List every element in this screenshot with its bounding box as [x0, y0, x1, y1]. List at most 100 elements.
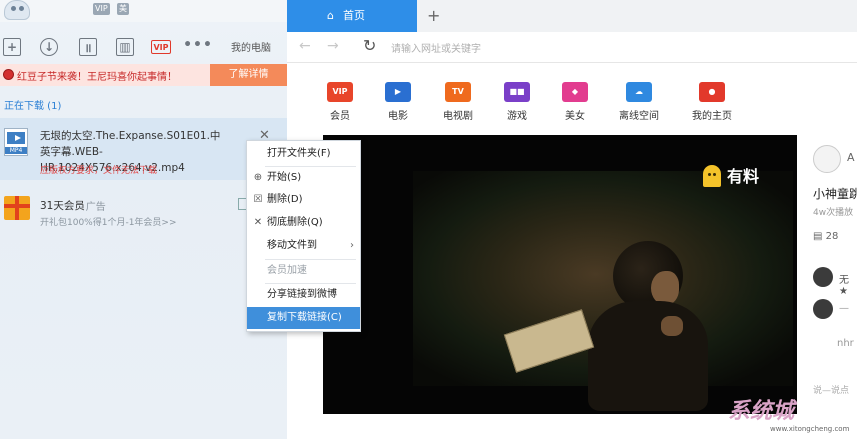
back-arrow-icon[interactable]: ←: [299, 38, 311, 54]
movie-icon: ▶: [385, 82, 411, 102]
watermark-url: www.xitongcheng.com: [770, 425, 850, 433]
menu-delete[interactable]: ☒ 删除(D): [247, 189, 360, 211]
play-circle-icon: ⊕: [253, 172, 263, 183]
file-type-label: MP4: [5, 147, 27, 154]
download-panel: VIP 美 + ↓ ॥ ▥ VIP ••• 我的电脑 红豆子节来袭！王尼玛喜你起…: [0, 0, 287, 439]
url-input[interactable]: 请输入网址或关键字: [391, 40, 481, 55]
video-frame: [413, 171, 793, 411]
vip-badge: VIP: [93, 3, 110, 15]
close-icon: ✕: [253, 217, 263, 228]
figure-body: [588, 301, 708, 411]
tab-home[interactable]: ⌂ 首页: [287, 0, 417, 32]
vip-icon: VIP: [327, 82, 353, 102]
menu-start[interactable]: ⊕ 开始(S): [247, 167, 360, 189]
plus-square-icon[interactable]: +: [3, 38, 21, 56]
more-button[interactable]: •••: [183, 36, 212, 54]
watermark-text: 系统城: [728, 398, 795, 424]
author-name[interactable]: A: [847, 151, 855, 164]
address-bar: ← → ↻ 请输入网址或关键字: [287, 32, 857, 63]
app-logo-icon: [4, 0, 30, 20]
video-player[interactable]: 频 有料: [323, 135, 797, 414]
vip-button[interactable]: VIP: [151, 40, 171, 54]
commenter-avatar: [813, 267, 833, 287]
cloud-icon: ☁: [626, 82, 652, 102]
ghost-logo-icon: [703, 165, 721, 187]
ad-text[interactable]: 红豆子节来袭！王尼玛喜你起事情！: [17, 68, 177, 83]
menu-open-folder[interactable]: 打开文件夹(F): [247, 143, 360, 165]
menu-member-speedup[interactable]: 会员加速: [247, 260, 360, 282]
nav-label: 游戏: [507, 111, 527, 122]
menu-label: 会员加速: [267, 265, 307, 276]
comment-text: —: [839, 303, 849, 314]
menu-label: 移动文件到: [267, 240, 317, 251]
nav-vip[interactable]: VIP 会员: [315, 82, 365, 122]
nav-movie[interactable]: ▶ 电影: [373, 82, 423, 122]
category-nav: VIP 会员 ▶ 电影 TV 电视剧 ■■ 游戏 ◆ 美女 ☁ 离线空间 ● 我…: [287, 70, 857, 182]
gift-icon: [4, 196, 30, 220]
menu-delete-permanently[interactable]: ✕ 彻底删除(Q): [247, 212, 360, 234]
download-item[interactable]: MP4 无垠的太空.The.Expanse.S01E01.中英字幕.WEB-HR…: [0, 118, 287, 180]
nav-tv[interactable]: TV 电视剧: [433, 82, 483, 122]
menu-label: 打开文件夹(F): [267, 148, 331, 159]
tv-icon: TV: [445, 82, 471, 102]
downloading-section-title[interactable]: 正在下载 (1): [4, 97, 61, 112]
nav-offline-space[interactable]: ☁ 离线空间: [614, 82, 664, 122]
game-icon: ■■: [504, 82, 530, 102]
menu-move-to[interactable]: 移动文件到 ›: [247, 235, 360, 257]
commenter-avatar: [813, 299, 833, 319]
new-tab-button[interactable]: +: [427, 6, 440, 25]
nav-label: 会员: [330, 111, 350, 122]
comment-count[interactable]: ▤ 28: [813, 231, 838, 242]
nav-label: 电影: [388, 111, 408, 122]
my-pc-link[interactable]: 我的电脑: [231, 39, 271, 54]
figure-hand: [661, 316, 683, 336]
ad-dot-icon: [3, 69, 14, 80]
tab-bar: ⌂ 首页 +: [287, 0, 857, 32]
menu-share-weibo[interactable]: 分享链接到微博: [247, 284, 360, 306]
tab-home-label: 首页: [343, 9, 365, 22]
brand-label: 有料: [727, 167, 760, 186]
nav-label: 我的主页: [692, 111, 732, 122]
menu-label: 彻底删除(Q): [267, 217, 323, 228]
menu-label: 删除(D): [267, 194, 303, 205]
menu-label: 复制下载链接(C): [267, 312, 342, 323]
nav-label: 美女: [565, 111, 585, 122]
book: [503, 309, 595, 373]
context-menu: 打开文件夹(F) ⊕ 开始(S) ☒ 删除(D) ✕ 彻底删除(Q) 移动文件到…: [246, 140, 361, 332]
nav-label: 离线空间: [619, 111, 659, 122]
title-strip: VIP 美: [0, 0, 287, 22]
user-icon: ●: [699, 82, 725, 102]
nav-beauty[interactable]: ◆ 美女: [550, 82, 600, 122]
member-ad-item[interactable]: 31天会员 - 广告 开礼包100%得1个月-1年会员>>: [0, 188, 287, 238]
delete-icon: ☒: [253, 194, 263, 205]
video-file-icon: MP4: [4, 128, 28, 156]
browser-pane: ⌂ 首页 + ← → ↻ 请输入网址或关键字 VIP 会员 ▶ 电影 TV 电视…: [287, 0, 857, 439]
nav-label: 电视剧: [443, 111, 473, 122]
comment-input[interactable]: 说—说点: [813, 383, 849, 396]
mask-icon: ◆: [562, 82, 588, 102]
view-count: 4w次播放: [813, 208, 854, 218]
comment-text: nhr: [837, 338, 854, 349]
copyright-warning: 应版权方要求，文件无法下载: [40, 166, 158, 176]
home-icon: ⌂: [327, 9, 334, 22]
download-icon[interactable]: ↓: [40, 38, 58, 56]
member-description: 开礼包100%得1个月-1年会员>>: [40, 218, 177, 228]
menu-label: 开始(S): [267, 172, 302, 183]
learn-more-button[interactable]: 了解详情: [210, 64, 287, 86]
skin-badge[interactable]: 美: [117, 3, 129, 15]
menu-label: 分享链接到微博: [267, 289, 337, 300]
ad-tag: - 广告: [79, 202, 106, 213]
menu-copy-link[interactable]: 复制下载链接(C): [247, 307, 360, 329]
ad-bar: 红豆子节来袭！王尼玛喜你起事情！ 了解详情: [0, 64, 287, 86]
nav-my-home[interactable]: ● 我的主页: [687, 82, 737, 122]
nav-game[interactable]: ■■ 游戏: [492, 82, 542, 122]
reload-icon[interactable]: ↻: [363, 36, 376, 55]
comment-text: 无 ★: [839, 275, 849, 297]
author-avatar[interactable]: [813, 145, 841, 173]
trash-icon[interactable]: ▥: [116, 38, 134, 56]
pause-icon[interactable]: ॥: [79, 38, 97, 56]
forward-arrow-icon[interactable]: →: [327, 38, 339, 54]
video-side-panel: A 小神童跳 4w次播放 ▤ 28 无 ★ — nhr 说—说点: [797, 135, 857, 439]
video-title[interactable]: 小神童跳: [813, 185, 857, 202]
figure-face: [651, 271, 679, 305]
